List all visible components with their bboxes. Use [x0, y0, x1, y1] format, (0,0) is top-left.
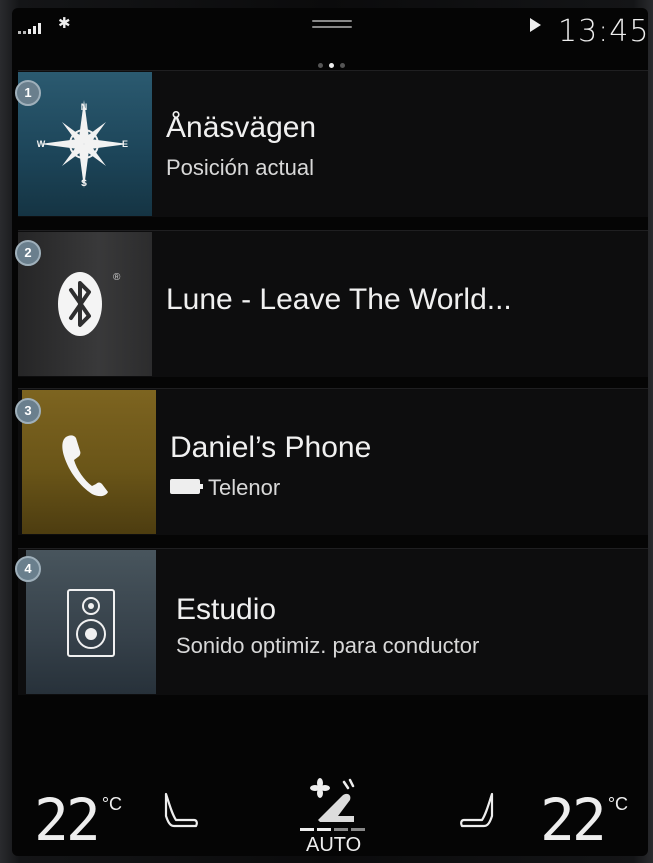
center-display: ✱ 13:45 1 N S W E Ånäsvägen Posición act… — [12, 8, 648, 856]
climate-bar: 22 °C AUTO 22 °C — [12, 768, 648, 856]
speaker-icon — [67, 589, 115, 657]
registered-mark: ® — [113, 272, 121, 283]
bluetooth-status-icon: ✱ — [58, 15, 71, 32]
status-bar: ✱ 13:45 — [12, 8, 648, 68]
play-icon — [530, 18, 541, 32]
driver-temperature[interactable]: 22 °C — [34, 786, 122, 854]
phone-icon — [62, 435, 108, 497]
page-dot-active — [329, 63, 334, 68]
media-track-title: Lune - Leave The World... — [166, 283, 512, 316]
navigation-location-title: Ånäsvägen — [166, 111, 317, 144]
callout-badge-3: 3 — [15, 398, 41, 424]
driver-seat-heater-icon[interactable] — [160, 788, 200, 832]
compass-e: E — [122, 139, 128, 149]
top-view-handle[interactable] — [312, 20, 352, 32]
phone-device-name: Daniel’s Phone — [170, 431, 372, 464]
phone-carrier-row: Telenor — [170, 475, 280, 501]
auto-label: AUTO — [306, 834, 362, 856]
phone-thumbnail — [22, 390, 156, 534]
climate-auto-button[interactable]: AUTO — [298, 776, 368, 856]
navigation-location-subtitle: Posición actual — [166, 155, 314, 180]
callout-badge-2: 2 — [15, 240, 41, 266]
passenger-temperature[interactable]: 22 °C — [540, 786, 628, 854]
audio-preset-subtitle: Sonido optimiz. para conductor — [176, 633, 480, 658]
compass-w: W — [37, 139, 46, 149]
passenger-temp-unit: °C — [607, 794, 629, 814]
battery-icon — [170, 479, 203, 494]
page-dot — [318, 63, 323, 68]
audio-preset-title: Estudio — [176, 593, 277, 626]
audio-tile[interactable]: Estudio Sonido optimiz. para conductor — [18, 548, 648, 695]
phone-carrier: Telenor — [208, 475, 281, 500]
page-dot — [340, 63, 345, 68]
navigation-tile[interactable]: N S W E Ånäsvägen Posición actual — [18, 70, 648, 217]
media-tile[interactable]: ® Lune - Leave The World... — [18, 230, 648, 377]
callout-badge-1: 1 — [15, 80, 41, 106]
passenger-temp-value: 22 — [540, 786, 607, 854]
driver-temp-value: 22 — [34, 786, 101, 854]
phone-tile[interactable]: Daniel’s Phone Telenor — [18, 388, 648, 535]
audio-thumbnail — [26, 550, 156, 694]
driver-temp-unit: °C — [101, 794, 123, 814]
clock: 13:45 — [558, 14, 648, 49]
signal-strength-icon — [18, 22, 41, 34]
passenger-seat-heater-icon[interactable] — [458, 788, 498, 832]
fan-icon — [310, 778, 355, 822]
page-indicator — [318, 63, 345, 68]
compass-s: S — [81, 178, 87, 188]
callout-badge-4: 4 — [15, 556, 41, 582]
compass-n: N — [81, 102, 88, 112]
fan-level-indicator — [300, 828, 365, 831]
